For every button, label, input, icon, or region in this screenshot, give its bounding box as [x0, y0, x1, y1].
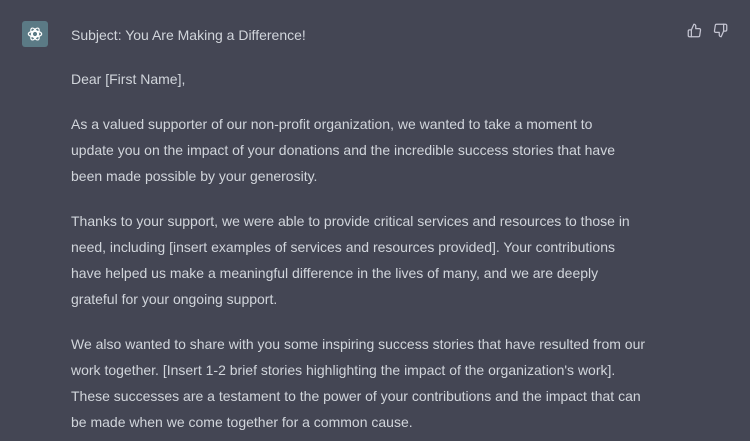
paragraph-1: As a valued supporter of our non-profit …	[71, 111, 671, 189]
thumbs-up-button[interactable]	[686, 22, 702, 38]
paragraph-3: We also wanted to share with you some in…	[71, 331, 671, 435]
text-line: grateful for your ongoing support.	[71, 291, 278, 307]
text-line: These successes are a testament to the p…	[71, 388, 641, 404]
text-line: Thanks to your support, we were able to …	[71, 213, 630, 229]
text-line: As a valued supporter of our non-profit …	[71, 116, 593, 132]
text-line: been made possible by your generosity.	[71, 168, 318, 184]
thumbs-down-icon	[713, 23, 727, 37]
message-content: Subject: You Are Making a Difference! De…	[71, 22, 671, 441]
email-greeting: Dear [First Name],	[71, 71, 186, 87]
thumbs-up-icon	[687, 23, 701, 37]
text-line: have helped us make a meaningful differe…	[71, 265, 599, 281]
thumbs-down-button[interactable]	[712, 22, 728, 38]
text-line: need, including [insert examples of serv…	[71, 239, 615, 255]
text-line: We also wanted to share with you some in…	[71, 336, 646, 352]
text-line: update you on the impact of your donatio…	[71, 142, 616, 158]
text-line: be made when we come together for a comm…	[71, 414, 413, 430]
assistant-logo-icon	[27, 27, 43, 41]
feedback-buttons	[686, 22, 728, 38]
text-line: work together. [Insert 1-2 brief stories…	[71, 362, 616, 378]
assistant-avatar	[22, 21, 48, 47]
email-subject: Subject: You Are Making a Difference!	[71, 27, 306, 43]
paragraph-2: Thanks to your support, we were able to …	[71, 208, 671, 312]
